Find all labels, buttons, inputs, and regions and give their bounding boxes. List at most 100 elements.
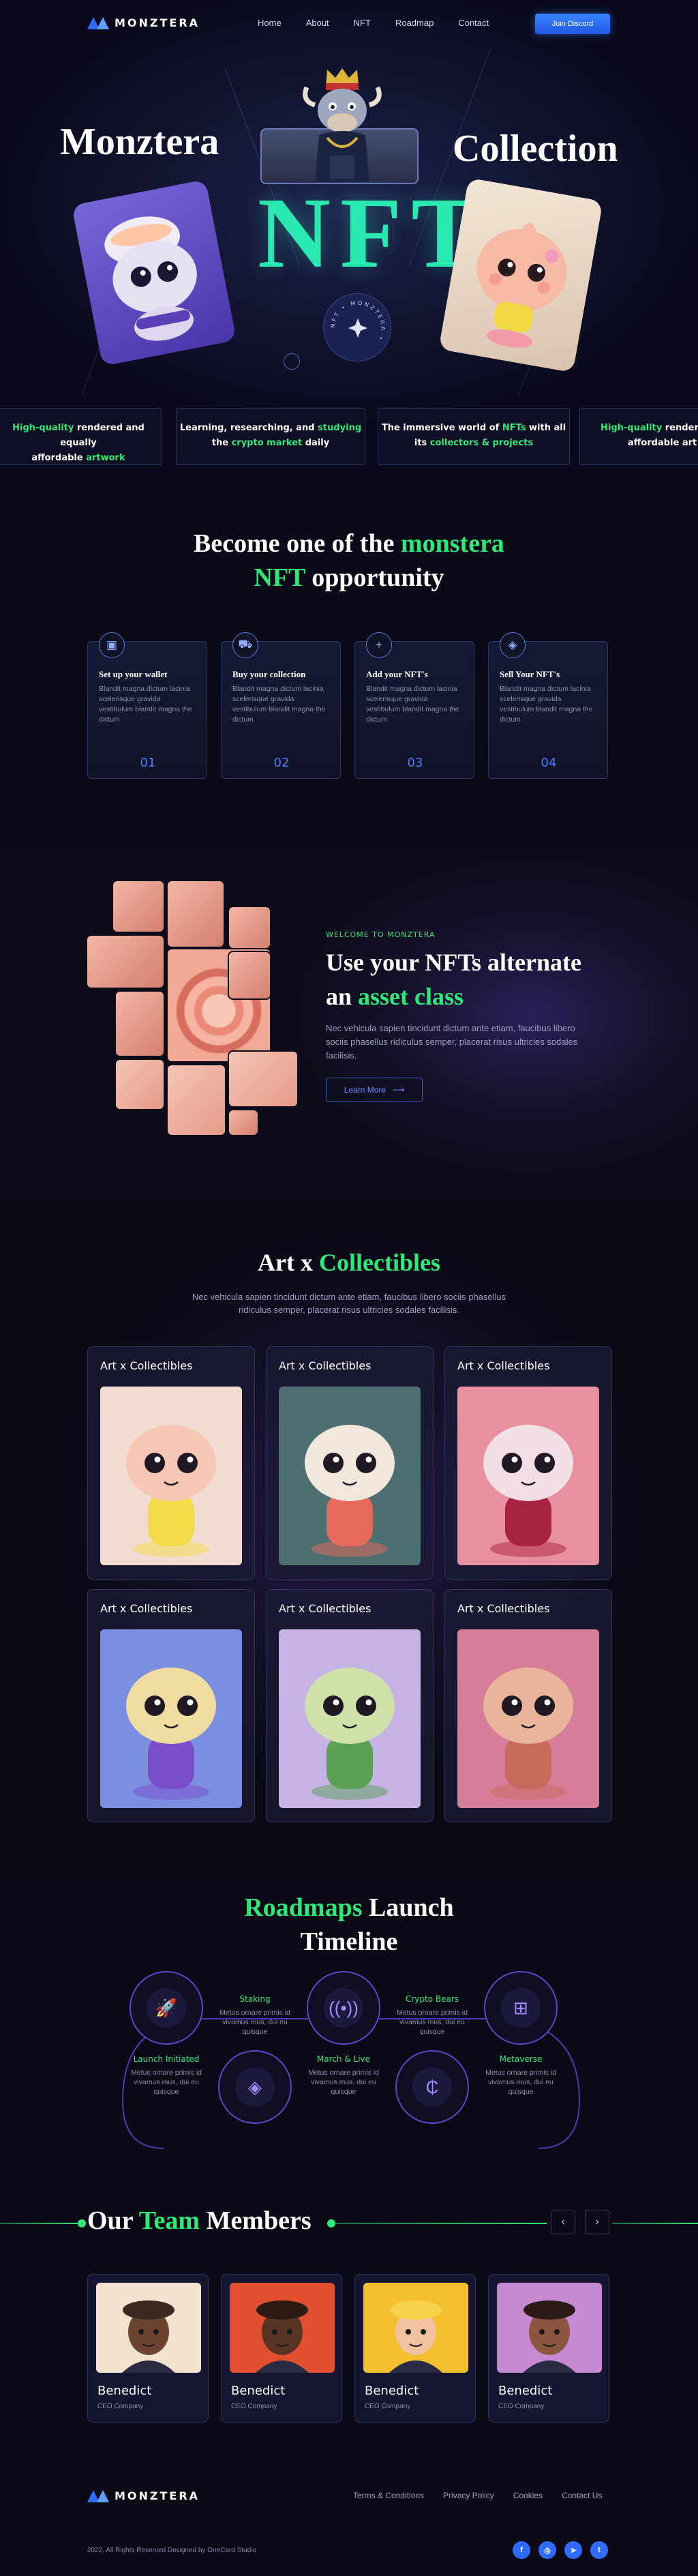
join-discord-button[interactable]: Join Discord <box>535 14 610 34</box>
roadmap-description: Metus ornare primis id vivamus mus, dui … <box>485 2069 556 2096</box>
nav-link-nft[interactable]: NFT <box>354 18 371 28</box>
brand-name: MONZTERA <box>115 16 200 29</box>
roadmap-milestone: ⊞ <box>484 1971 558 2045</box>
arrow-right-icon: ⟶ <box>393 1085 405 1095</box>
brand-name: MONZTERA <box>115 2489 200 2502</box>
step-description: Blandit magna dictum lacinia scelerisque… <box>99 685 192 724</box>
wallet-icon: ▣ <box>99 632 125 658</box>
footer-logo[interactable]: MONZTERA <box>87 2489 200 2502</box>
bull-monster-image <box>303 68 382 181</box>
avatar <box>363 2283 468 2373</box>
nav-link-contact[interactable]: Contact <box>458 18 489 28</box>
roadmap-milestone: ((•)) <box>307 1971 380 2045</box>
metaverse-icon: ⊞ <box>501 1988 541 2028</box>
step-card[interactable]: ▣ Set up your wallet Blandit magna dictu… <box>87 632 207 779</box>
team-next-button[interactable]: › <box>585 2210 609 2234</box>
collectible-card-title: Art x Collectibles <box>457 1602 550 1615</box>
monster-figure-image <box>100 1387 242 1565</box>
roadmap-label: March & Live <box>316 2054 371 2064</box>
asset-class-section: WELCOME TO MONZTERA Use your NFTs altern… <box>0 846 698 1200</box>
nav-link-home[interactable]: Home <box>258 18 282 28</box>
member-role: CEO Company <box>365 2403 411 2410</box>
member-role: CEO Company <box>231 2403 277 2410</box>
team-member-card[interactable]: Benedict CEO Company <box>87 2274 209 2423</box>
ticker-item: High-quality rendered affordable art <box>579 408 698 465</box>
step-title: Sell Your NFT's <box>500 669 560 679</box>
divider <box>612 2223 698 2224</box>
footer-link-cookies[interactable]: Cookies <box>513 2491 543 2500</box>
logo-mark-icon <box>87 2489 109 2502</box>
member-name: Benedict <box>231 2384 286 2398</box>
roadmap-label: Staking <box>239 1994 271 2004</box>
cart-icon: ⛟ <box>232 632 258 658</box>
ticker-item: Learning, researching, and studying the … <box>176 408 365 465</box>
step-card[interactable]: + Add your NFT's Blandit magna dictum la… <box>354 632 474 779</box>
step-title: Buy your collection <box>232 669 306 679</box>
collectible-card[interactable]: Art x Collectibles <box>266 1346 434 1580</box>
roadmap-label: Metaverse <box>499 2054 543 2064</box>
collectible-card[interactable]: Art x Collectibles <box>87 1589 255 1822</box>
facebook-icon[interactable]: f <box>513 2541 530 2559</box>
footer-link-terms[interactable]: Terms & Conditions <box>353 2491 424 2500</box>
roadmap-milestone: ₵ <box>395 2050 469 2124</box>
twitter-icon[interactable]: t <box>590 2541 608 2559</box>
collectible-card[interactable]: Art x Collectibles <box>87 1346 255 1580</box>
step-card[interactable]: ⛟ Buy your collection Blandit magna dict… <box>221 632 341 779</box>
asset-description: Nec vehicula sapien tincidunt dictum ant… <box>326 1023 578 1061</box>
roadmap-milestone: ◈ <box>218 2050 292 2124</box>
member-name: Benedict <box>365 2384 419 2398</box>
instagram-icon[interactable]: ◎ <box>538 2541 556 2559</box>
collectible-card-title: Art x Collectibles <box>100 1602 193 1615</box>
roadmap-label: Crypto Bears <box>405 1994 459 2004</box>
collectible-card-title: Art x Collectibles <box>279 1359 371 1372</box>
avatar <box>230 2283 335 2373</box>
roadmap-description: Metus ornare primis id vivamus mus, dui … <box>397 2009 468 2036</box>
nav-links: Home About NFT Roadmap Contact <box>258 18 489 28</box>
opportunity-section: Become one of the monstera NFT opportuni… <box>0 477 698 846</box>
collectibles-description: Nec vehicula sapien tincidunt dictum ant… <box>192 1292 506 1315</box>
broadcast-icon: ((•)) <box>324 1988 363 2028</box>
brand-logo[interactable]: MONZTERA <box>87 16 200 29</box>
monster-figure-image <box>457 1629 599 1808</box>
layers-icon: ◈ <box>235 2067 275 2107</box>
learn-more-button[interactable]: Learn More ⟶ <box>326 1078 423 1102</box>
step-number: 03 <box>407 756 423 770</box>
step-number: 01 <box>140 756 156 770</box>
roadmap-description: Metus ornare primis id vivamus mus, dui … <box>308 2069 379 2096</box>
member-name: Benedict <box>97 2384 152 2398</box>
team-member-card[interactable]: Benedict CEO Company <box>354 2274 476 2423</box>
step-card[interactable]: ◈ Sell Your NFT's Blandit magna dictum l… <box>488 632 608 779</box>
nav-link-roadmap[interactable]: Roadmap <box>395 18 434 28</box>
step-description: Blandit magna dictum lacinia scelerisque… <box>500 685 593 724</box>
tag-icon: ◈ <box>500 632 526 658</box>
sparkle-icon <box>348 319 367 338</box>
member-name: Benedict <box>498 2384 553 2398</box>
telegram-icon[interactable]: ➤ <box>564 2541 582 2559</box>
plus-icon: + <box>366 632 392 658</box>
copyright-text: 2022, All Rights Reserved Designed by On… <box>87 2547 256 2554</box>
avatar <box>497 2283 602 2373</box>
member-role: CEO Company <box>498 2403 545 2410</box>
nav-link-about[interactable]: About <box>306 18 329 28</box>
team-member-card[interactable]: Benedict CEO Company <box>488 2274 609 2423</box>
hero-word-left: Monztera <box>60 121 219 163</box>
footer-link-privacy[interactable]: Privacy Policy <box>443 2491 494 2500</box>
collectible-card-title: Art x Collectibles <box>457 1359 550 1372</box>
divider <box>0 2223 80 2224</box>
footer-link-contact[interactable]: Contact Us <box>562 2491 602 2500</box>
step-description: Blandit magna dictum lacinia scelerisque… <box>232 685 326 724</box>
section-eyebrow: WELCOME TO MONZTERA <box>326 930 436 939</box>
divider-dot <box>327 2219 335 2227</box>
team-prev-button[interactable]: ‹ <box>551 2210 575 2234</box>
asset-title: Use your NFTs alternate an asset class <box>326 949 581 1010</box>
collectible-card[interactable]: Art x Collectibles <box>266 1589 434 1822</box>
collectible-card-title: Art x Collectibles <box>279 1602 371 1615</box>
roadmap-label: Launch Initiated <box>133 2054 200 2064</box>
logo-mark-icon <box>87 16 109 29</box>
collectible-card[interactable]: Art x Collectibles <box>444 1589 612 1822</box>
opportunity-title: Become one of the monstera NFT opportuni… <box>194 529 504 592</box>
monster-figure-image <box>279 1387 421 1565</box>
team-member-card[interactable]: Benedict CEO Company <box>221 2274 342 2423</box>
collectible-card[interactable]: Art x Collectibles <box>444 1346 612 1580</box>
nft-rotating-badge: NFT • MONZTERA • <box>323 293 391 361</box>
